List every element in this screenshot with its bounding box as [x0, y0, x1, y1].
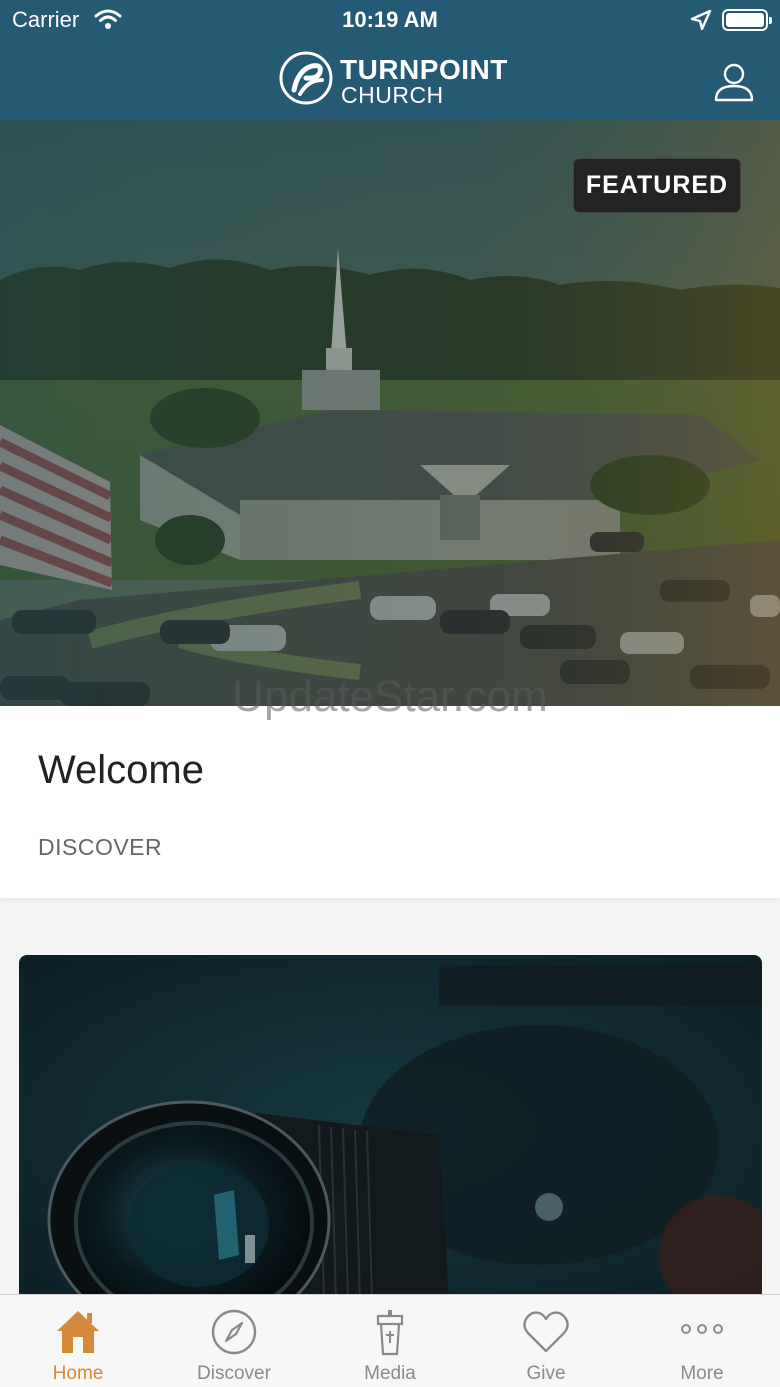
more-dots-icon: [681, 1324, 723, 1334]
tab-more[interactable]: More: [624, 1295, 780, 1387]
tab-media-label: Media: [364, 1363, 416, 1384]
turnpoint-logo-icon: [279, 51, 333, 105]
pulpit-icon: [376, 1310, 404, 1356]
heart-icon: [523, 1311, 569, 1353]
tab-discover[interactable]: Discover: [156, 1295, 312, 1387]
logo-subtitle: CHURCH: [341, 82, 444, 108]
welcome-subtitle: DISCOVER: [38, 834, 163, 860]
app-header: Carrier 10:19 AM TURNPOINT CHURCH: [0, 0, 780, 120]
compass-icon: [211, 1309, 257, 1355]
tab-media[interactable]: Media: [312, 1295, 468, 1387]
tab-home[interactable]: Home: [0, 1295, 156, 1387]
bottom-tab-bar: Home Discover Media Give More: [0, 1294, 780, 1387]
tab-home-label: Home: [52, 1363, 104, 1384]
camera-lens-photo: [19, 955, 762, 1300]
tab-give-label: Give: [526, 1363, 566, 1384]
battery-icon: [722, 9, 772, 31]
status-bar: Carrier 10:19 AM: [0, 0, 780, 40]
media-card-image[interactable]: [19, 955, 762, 1300]
home-icon: [57, 1311, 99, 1353]
welcome-title: Welcome: [38, 748, 204, 792]
status-time: 10:19 AM: [342, 7, 438, 32]
tab-discover-label: Discover: [197, 1363, 271, 1384]
featured-badge: FEATURED: [573, 158, 741, 213]
profile-icon[interactable]: [712, 60, 756, 104]
tab-more-label: More: [680, 1363, 724, 1384]
tab-give[interactable]: Give: [468, 1295, 624, 1387]
welcome-card[interactable]: Welcome DISCOVER: [0, 706, 780, 898]
location-arrow-icon: [690, 9, 712, 31]
featured-hero-image[interactable]: FEATURED: [0, 120, 780, 706]
